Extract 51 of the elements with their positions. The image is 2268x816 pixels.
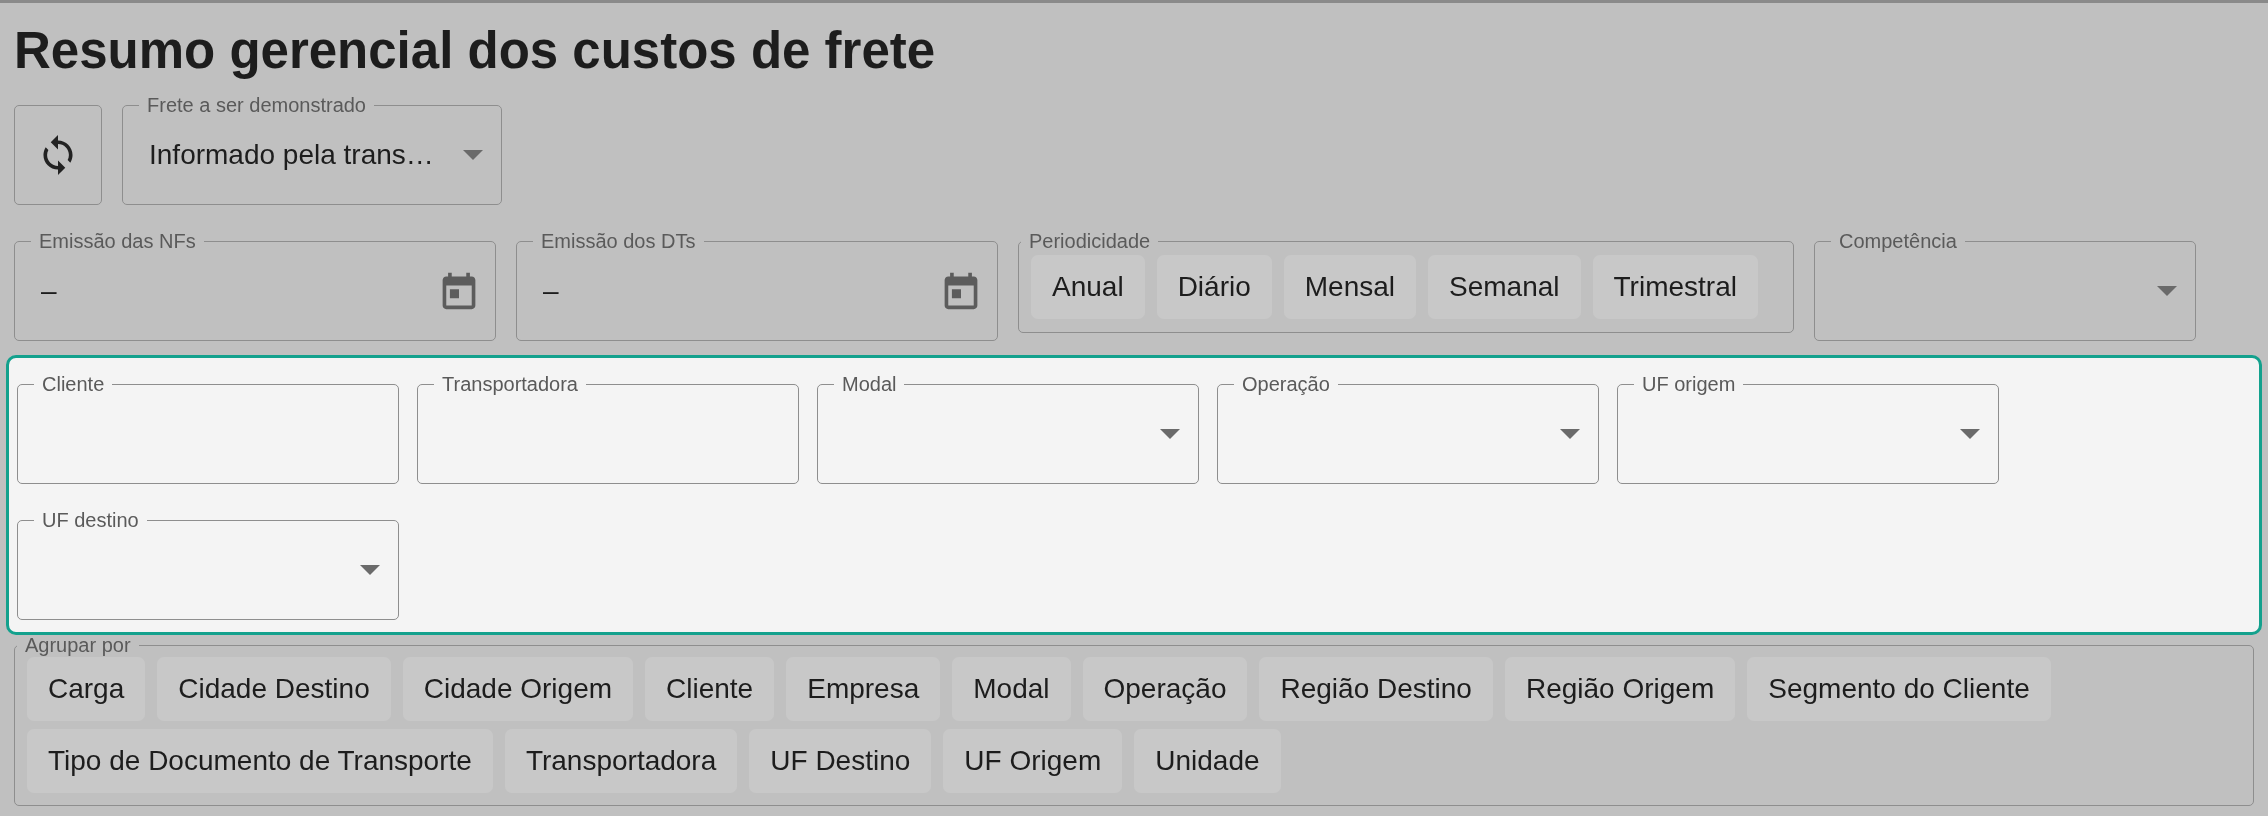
group-chip[interactable]: UF Origem	[943, 729, 1123, 793]
filter-select[interactable]: Modal	[817, 376, 1199, 484]
group-chip[interactable]: Empresa	[786, 657, 941, 721]
group-chip[interactable]: Operação	[1082, 657, 1248, 721]
dropdown-caret-icon	[1560, 428, 1580, 439]
filter-input-field[interactable]: Cliente	[17, 376, 399, 484]
date-range-field[interactable]: Emissão dos DTs –	[516, 233, 998, 341]
filter-input-field[interactable]: Transportadora	[417, 376, 799, 484]
group-chip[interactable]: Cliente	[645, 657, 775, 721]
field-label: UF destino	[41, 512, 140, 528]
group-chip[interactable]: Região Destino	[1259, 657, 1493, 721]
select-value: Informado pela trans…	[149, 138, 435, 171]
toggle-chip[interactable]: Semanal	[1428, 255, 1581, 319]
refresh-icon	[41, 135, 75, 175]
filter-select[interactable]: UF destino	[17, 512, 399, 620]
field-label: Frete a ser demonstrado	[146, 97, 367, 113]
group-chip[interactable]: Cidade Destino	[157, 657, 391, 721]
competence-select[interactable]: Competência	[1814, 233, 2196, 341]
dropdown-caret-icon	[360, 564, 380, 575]
toggle-chip[interactable]: Anual	[1031, 255, 1145, 319]
dropdown-caret-icon	[1160, 428, 1180, 439]
refresh-button[interactable]	[14, 105, 102, 205]
group-chip[interactable]: Região Origem	[1504, 657, 1736, 721]
filter-select[interactable]: UF origem	[1617, 376, 1999, 484]
field-label: Emissão das NFs	[38, 233, 197, 249]
toggle-chip[interactable]: Diário	[1156, 255, 1272, 319]
page-title: Resumo gerencial dos custos de frete	[14, 23, 937, 79]
date-value: –	[543, 274, 560, 307]
dropdown-caret-icon	[463, 149, 483, 160]
calendar-icon	[441, 270, 477, 311]
dropdown-caret-icon	[1960, 428, 1980, 439]
dropdown-caret-icon	[2157, 285, 2177, 296]
date-value: –	[41, 274, 58, 307]
field-label: Emissão dos DTs	[540, 233, 697, 249]
field-label: Modal	[841, 376, 898, 392]
group-chip[interactable]: Segmento do Cliente	[1747, 657, 2051, 721]
toggle-chip[interactable]: Trimestral	[1592, 255, 1758, 319]
filter-select[interactable]: Operação	[1217, 376, 1599, 484]
group-chip[interactable]: Modal	[952, 657, 1071, 721]
group-chip[interactable]: Unidade	[1134, 729, 1281, 793]
group-chip[interactable]: Cidade Origem	[402, 657, 634, 721]
group-chip[interactable]: Tipo de Documento de Transporte	[27, 729, 493, 793]
group-chip[interactable]: Transportadora	[504, 729, 738, 793]
group-chip[interactable]: UF Destino	[749, 729, 932, 793]
group-chip[interactable]: Carga	[27, 657, 146, 721]
freight-select[interactable]: Frete a ser demonstrado Informado pela trans…	[122, 97, 502, 205]
toggle-chip[interactable]: Mensal	[1283, 255, 1417, 319]
calendar-icon	[943, 270, 979, 311]
field-label: Periodicidade	[1028, 233, 1152, 249]
date-range-field[interactable]: Emissão das NFs –	[14, 233, 496, 341]
field-label: Cliente	[41, 376, 106, 392]
